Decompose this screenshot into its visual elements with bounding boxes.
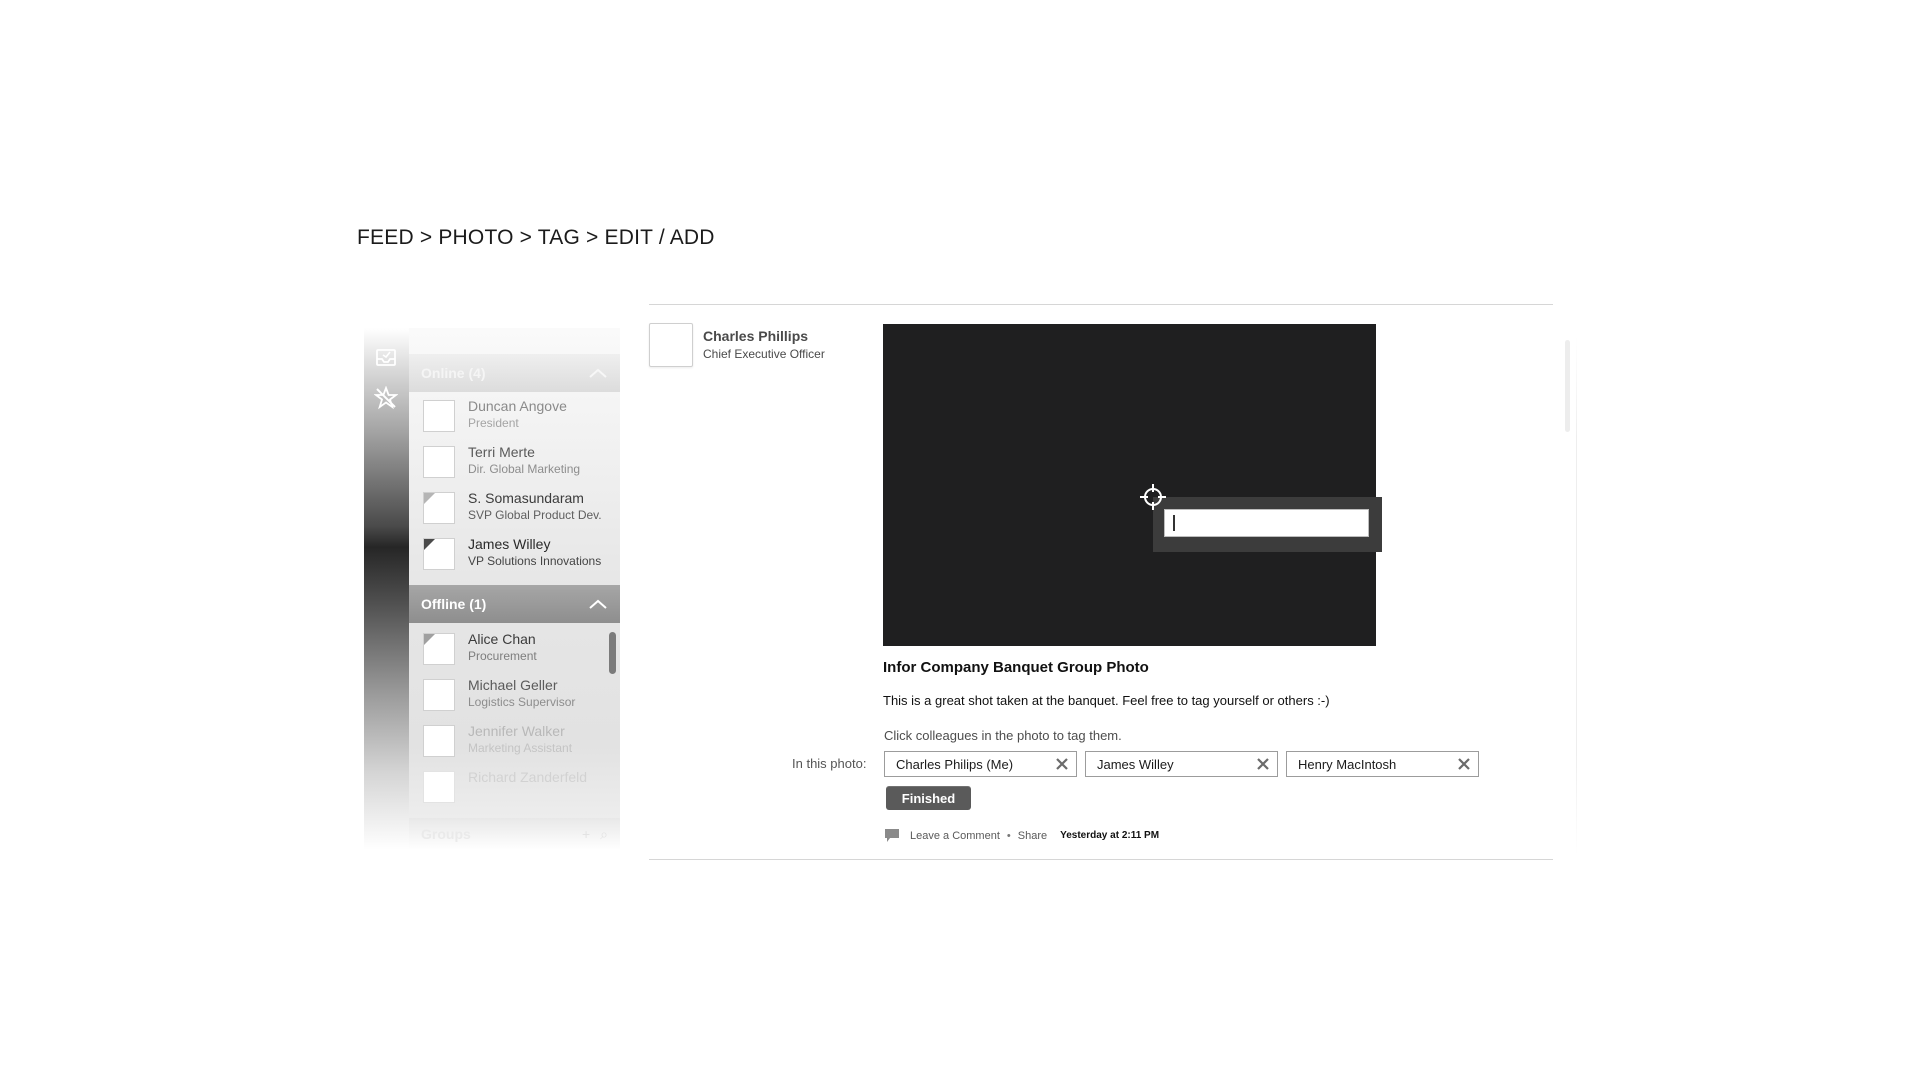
avatar <box>423 679 455 711</box>
tag-chip-label: Henry MacIntosh <box>1298 757 1397 772</box>
offline-header-label: Offline (1) <box>421 596 487 612</box>
comment-icon <box>885 829 899 842</box>
contact-name: Terri Merte <box>468 444 535 460</box>
contact-item[interactable]: Alice Chan Procurement <box>423 629 618 671</box>
tag-chip: James Willey <box>1085 751 1278 777</box>
contact-item[interactable]: Terri Merte Dir. Global Marketing <box>423 442 618 484</box>
online-header-label: Online (4) <box>421 365 486 381</box>
groups-section-header[interactable]: Groups + ⌕ <box>409 818 620 850</box>
breadcrumb: FEED > PHOTO > TAG > EDIT / ADD <box>357 226 715 249</box>
contacts-scrollbar[interactable] <box>609 632 616 674</box>
avatar <box>423 633 455 665</box>
chevron-up-icon[interactable] <box>588 367 608 379</box>
feed-scrollbar[interactable] <box>1565 340 1570 432</box>
contact-item[interactable]: Richard Zanderfeld <box>423 767 618 809</box>
contact-name: Richard Zanderfeld <box>468 769 588 785</box>
leave-comment-link[interactable]: Leave a Comment <box>910 830 1000 842</box>
contact-title: Dir. Global Marketing <box>468 462 581 476</box>
tag-chip: Henry MacIntosh <box>1286 751 1479 777</box>
search-icon[interactable]: ⌕ <box>600 826 608 843</box>
tag-name-input[interactable] <box>1164 509 1369 537</box>
close-icon[interactable] <box>1456 756 1472 772</box>
separator: • <box>1006 829 1011 842</box>
chevron-up-icon[interactable] <box>588 598 608 610</box>
in-photo-label: In this photo: <box>792 756 867 771</box>
close-icon[interactable] <box>1255 756 1271 772</box>
text-caret <box>1173 515 1175 531</box>
tag-popup <box>1153 497 1382 552</box>
author-title: Chief Executive Officer <box>703 347 825 361</box>
contact-title: Procurement <box>468 649 537 663</box>
share-link[interactable]: Share <box>1018 830 1047 842</box>
close-icon[interactable] <box>1054 756 1070 772</box>
online-section-header[interactable]: Online (4) <box>409 354 620 392</box>
avatar <box>423 771 455 803</box>
offline-section-header[interactable]: Offline (1) <box>409 585 620 623</box>
avatar[interactable] <box>649 323 693 367</box>
avatar <box>423 400 455 432</box>
inbox-icon[interactable] <box>374 346 398 370</box>
contact-item[interactable]: Duncan Angove President <box>423 396 618 438</box>
contact-name: Jennifer Walker <box>468 723 565 739</box>
icon-strip <box>364 328 409 850</box>
contact-title: SVP Global Product Dev. <box>468 508 602 522</box>
post-photo[interactable] <box>883 324 1376 646</box>
add-group-icon[interactable]: + <box>582 826 590 843</box>
crosshair-icon <box>1139 483 1167 511</box>
feed-scroll-track <box>1576 336 1577 856</box>
contact-name: Alice Chan <box>468 631 536 647</box>
contact-title: VP Solutions Innovations <box>468 554 602 568</box>
finished-button[interactable]: Finished <box>886 786 971 810</box>
tag-chip: Charles Philips (Me) <box>884 751 1077 777</box>
contacts-panel: Online (4) Duncan Angove President Terri… <box>364 328 620 850</box>
no-star-icon[interactable] <box>374 386 398 410</box>
avatar <box>423 538 455 570</box>
post-timestamp: Yesterday at 2:11 PM <box>1060 830 1160 841</box>
contact-name: S. Somasundaram <box>468 490 584 506</box>
post-divider-bottom <box>649 859 1553 860</box>
contact-name: James Willey <box>468 536 551 552</box>
post-title: Infor Company Banquet Group Photo <box>883 659 1149 676</box>
tag-chip-label: Charles Philips (Me) <box>896 757 1014 772</box>
post-divider-top <box>649 304 1553 305</box>
avatar <box>423 725 455 757</box>
groups-header-label: Groups <box>421 826 471 842</box>
post-description: This is a great shot taken at the banque… <box>883 693 1330 708</box>
contact-item[interactable]: James Willey VP Solutions Innovations <box>423 534 618 576</box>
contact-item[interactable]: Michael Geller Logistics Supervisor <box>423 675 618 717</box>
contacts-list: Online (4) Duncan Angove President Terri… <box>409 328 620 850</box>
tag-hint: Click colleagues in the photo to tag the… <box>884 728 1122 743</box>
contact-title: Marketing Assistant <box>468 741 573 755</box>
contact-item[interactable]: S. Somasundaram SVP Global Product Dev. <box>423 488 618 530</box>
tag-chip-label: James Willey <box>1097 757 1174 772</box>
contact-title: President <box>468 416 519 430</box>
author-name[interactable]: Charles Phillips <box>703 328 808 344</box>
avatar <box>423 492 455 524</box>
avatar <box>423 446 455 478</box>
post-actions: Leave a Comment • Share Yesterday at 2:1… <box>884 828 1159 843</box>
contact-name: Michael Geller <box>468 677 558 693</box>
contact-title: Logistics Supervisor <box>468 695 576 709</box>
contact-item[interactable]: Jennifer Walker Marketing Assistant <box>423 721 618 763</box>
contact-name: Duncan Angove <box>468 398 567 414</box>
